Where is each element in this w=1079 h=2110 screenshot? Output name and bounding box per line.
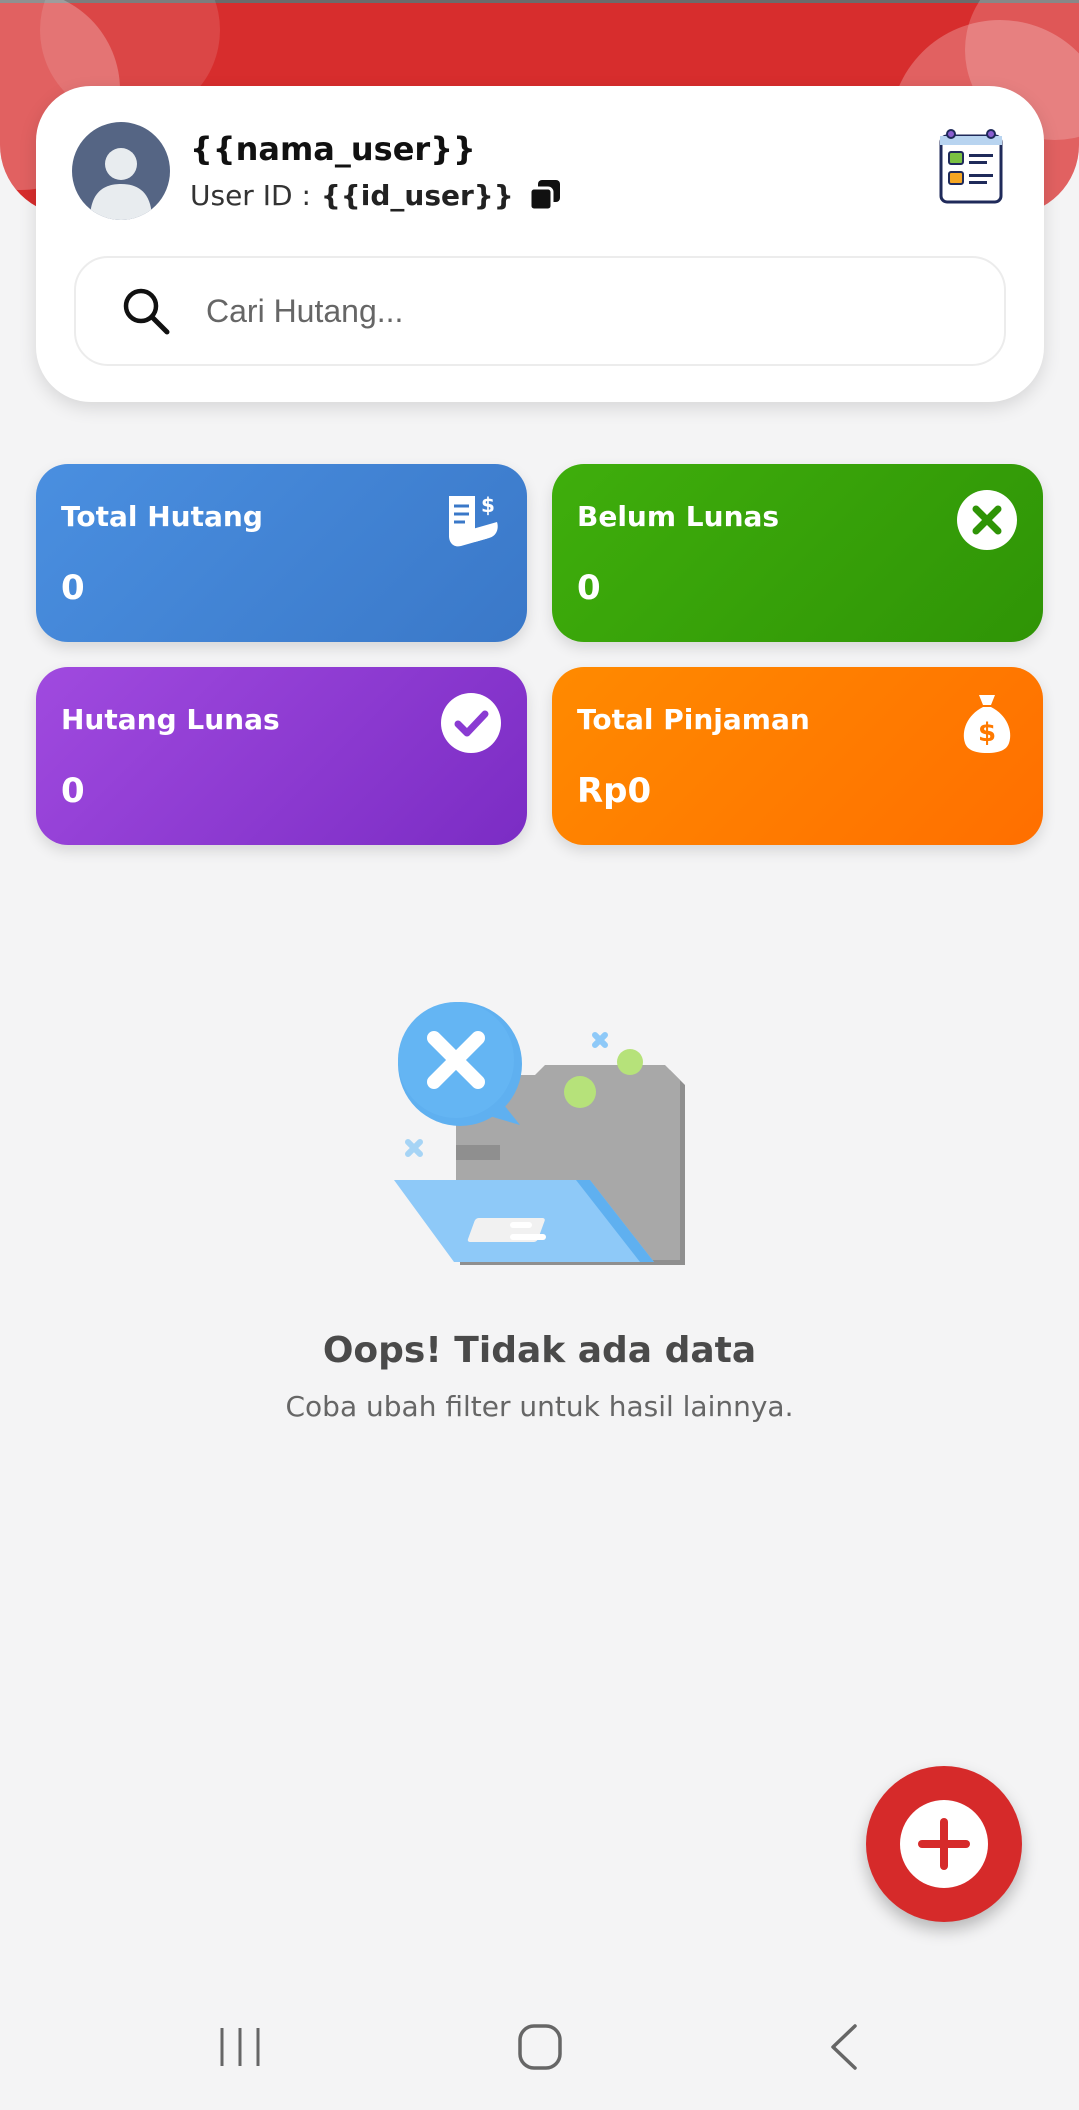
avatar-placeholder-icon <box>90 148 152 220</box>
clipboard-checklist-icon[interactable] <box>938 128 1004 204</box>
user-id-row: User ID : {{id_user}} <box>190 178 562 212</box>
plus-icon <box>918 1818 970 1870</box>
check-circle-icon <box>441 693 501 753</box>
profile-card: {{nama_user}} User ID : {{id_user}} <box>36 86 1044 402</box>
search-icon <box>123 288 170 335</box>
fab-inner <box>900 1800 988 1888</box>
svg-text:$: $ <box>481 493 495 517</box>
stat-card-total-hutang[interactable]: Total Hutang 0 $ <box>36 464 527 642</box>
stat-label: Total Hutang <box>61 500 263 533</box>
user-name: {{nama_user}} <box>190 130 476 168</box>
stat-card-hutang-lunas[interactable]: Hutang Lunas 0 <box>36 667 527 845</box>
search-bar[interactable] <box>74 256 1006 366</box>
back-icon[interactable] <box>815 2022 875 2072</box>
money-bag-icon: $ <box>963 695 1011 753</box>
empty-state-subtitle: Coba ubah filter untuk hasil lainnya. <box>285 1390 794 1423</box>
home-icon[interactable] <box>510 2022 570 2072</box>
user-id-label: User ID : <box>190 178 311 212</box>
stat-card-belum-lunas[interactable]: Belum Lunas 0 <box>552 464 1043 642</box>
x-circle-icon <box>957 490 1017 550</box>
stat-value: Rp0 <box>577 771 652 811</box>
empty-folder-icon <box>394 1002 685 1265</box>
avatar[interactable] <box>72 122 170 220</box>
add-hutang-button[interactable] <box>866 1766 1022 1922</box>
stat-card-total-pinjaman[interactable]: Total Pinjaman Rp0 $ <box>552 667 1043 845</box>
recents-icon[interactable] <box>210 2022 270 2072</box>
svg-text:$: $ <box>978 718 996 748</box>
copy-icon[interactable] <box>528 178 562 212</box>
stat-label: Hutang Lunas <box>61 703 280 736</box>
receipt-dollar-icon: $ <box>449 493 498 547</box>
system-navigation-bar <box>0 2000 1079 2110</box>
user-id-value: {{id_user}} <box>320 178 514 212</box>
stat-label: Belum Lunas <box>577 500 780 533</box>
stat-value: 0 <box>61 568 85 608</box>
stat-value: 0 <box>577 568 601 608</box>
stat-label: Total Pinjaman <box>577 703 810 736</box>
stat-value: 0 <box>61 771 85 811</box>
empty-state-title: Oops! Tidak ada data <box>322 1330 757 1371</box>
search-input[interactable] <box>206 292 966 330</box>
